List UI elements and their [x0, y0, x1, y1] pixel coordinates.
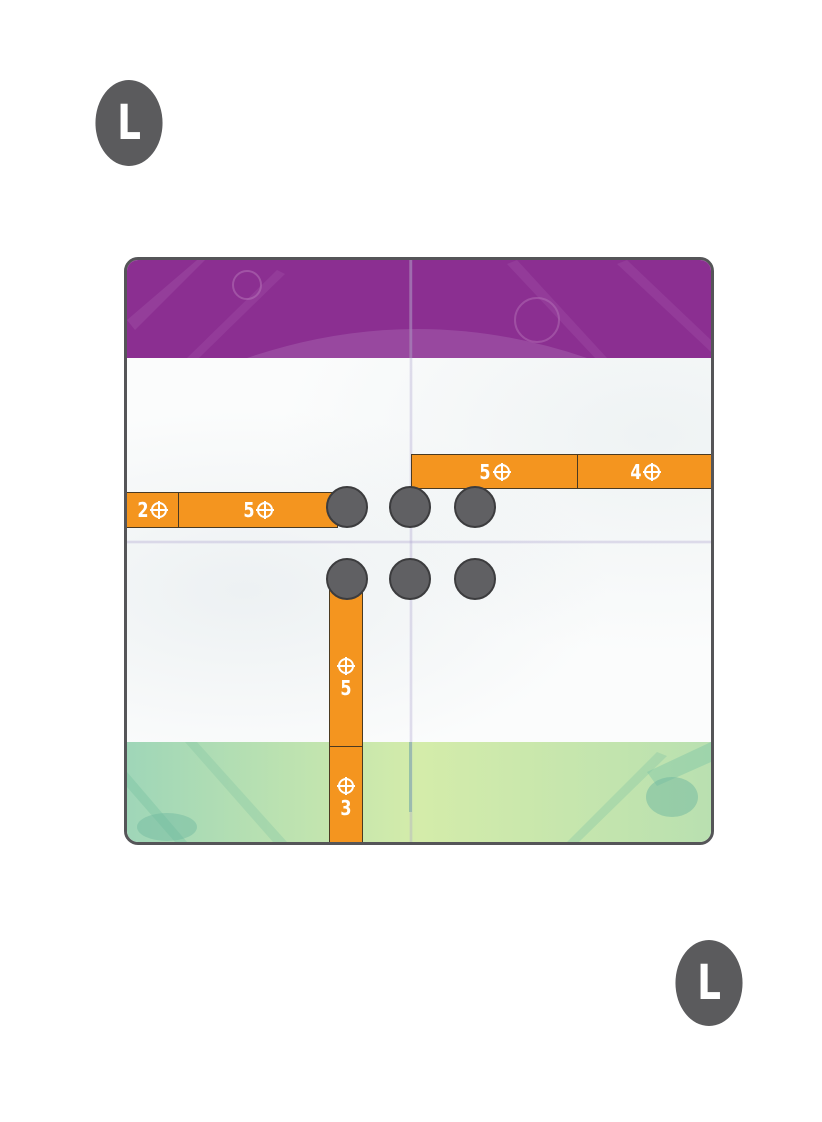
strip-value: 5	[242, 498, 255, 522]
strip-value: 4	[629, 459, 642, 484]
token-row1-col3[interactable]	[454, 486, 496, 528]
strip-left-b: 5	[178, 492, 338, 528]
crosshair-target-icon	[337, 776, 355, 795]
strip-left-a: 2	[127, 492, 179, 528]
crosshair-target-icon	[492, 462, 511, 481]
crosshair-target-icon	[150, 501, 169, 519]
token-row1-col2[interactable]	[389, 486, 431, 528]
strip-value: 3	[340, 795, 352, 820]
top-zone	[127, 260, 711, 358]
bottom-zone-artwork	[127, 742, 711, 842]
corner-mark-top-label: L	[117, 95, 141, 151]
corner-mark-bottom-label: L	[697, 955, 721, 1011]
horizontal-guide-line	[127, 540, 711, 544]
crosshair-target-icon	[643, 462, 662, 481]
bottom-zone	[127, 742, 711, 842]
crosshair-target-icon	[337, 657, 355, 675]
strip-upper-right-a: 5	[411, 454, 578, 489]
game-board-tile: 5 4 2 5 5 3	[124, 257, 714, 845]
crosshair-target-icon	[256, 501, 275, 519]
strip-value: 5	[340, 676, 352, 700]
corner-mark-bottom: L	[675, 940, 743, 1026]
token-row2-col3[interactable]	[454, 558, 496, 600]
token-row1-col1[interactable]	[326, 486, 368, 528]
token-row2-col2[interactable]	[389, 558, 431, 600]
vertical-guide-line	[409, 260, 413, 842]
token-row2-col1[interactable]	[326, 558, 368, 600]
strip-value: 5	[479, 459, 491, 484]
strip-lower-b: 3	[329, 746, 363, 842]
strip-upper-right-b: 4	[577, 454, 711, 489]
top-zone-artwork	[127, 260, 711, 358]
strip-value: 2	[136, 498, 149, 522]
middle-zone	[127, 358, 711, 745]
corner-mark-top: L	[95, 80, 163, 166]
